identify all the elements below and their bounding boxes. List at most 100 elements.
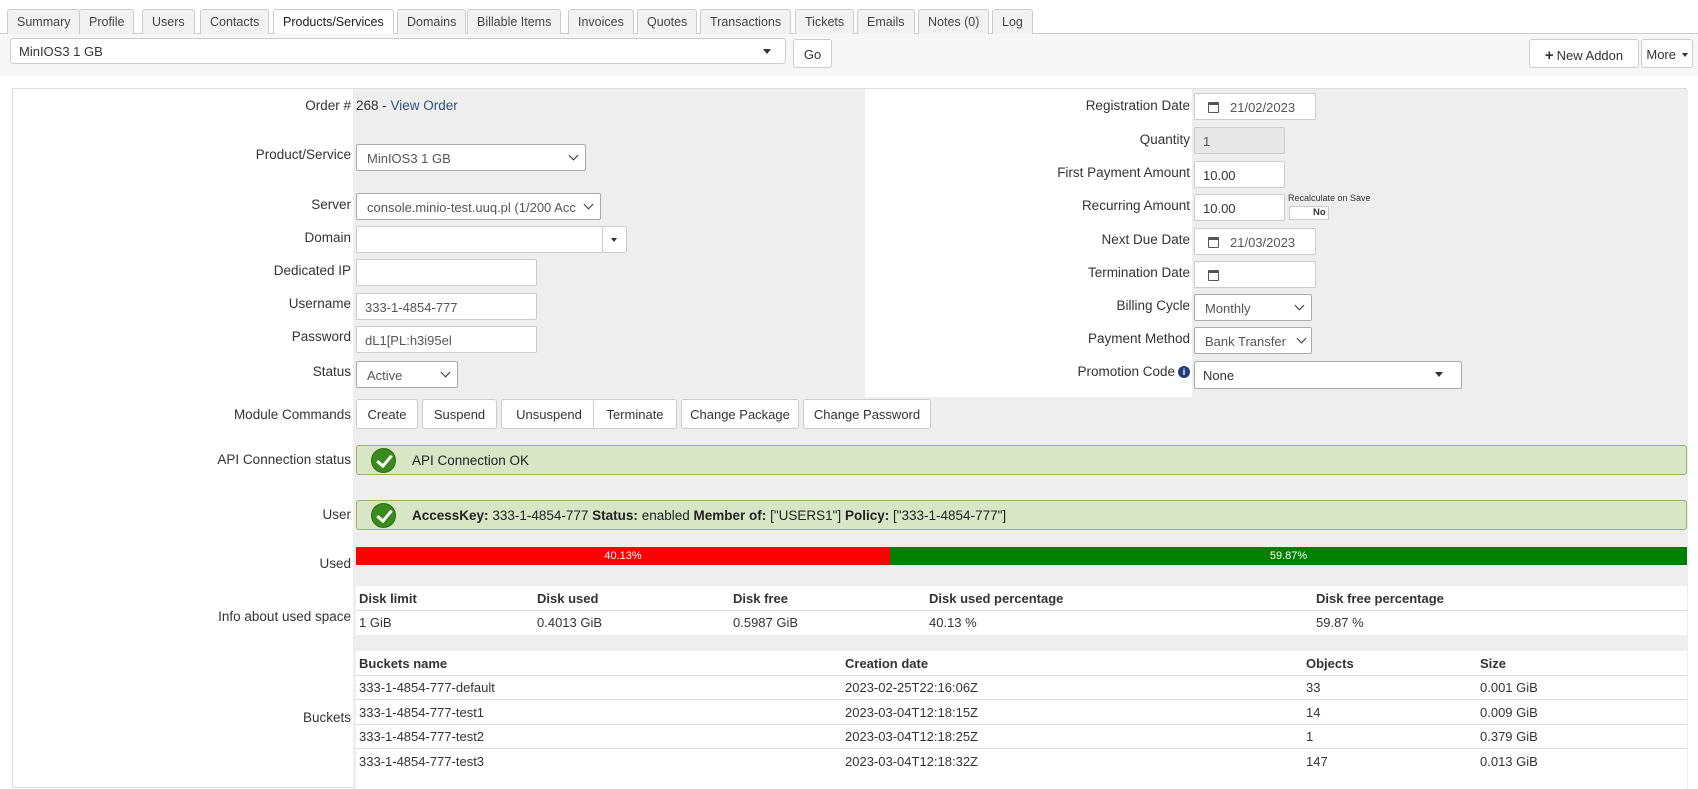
table-header: Disk limit <box>359 591 417 606</box>
order-label: Order # <box>305 98 351 113</box>
promotion-code-label-text: Promotion Code <box>1077 364 1175 379</box>
chevron-down-icon <box>568 150 579 161</box>
table-cell: 0.4013 GiB <box>537 615 603 630</box>
tab-domains[interactable]: Domains <box>397 9 467 34</box>
unsuspend-button[interactable]: Unsuspend <box>501 399 597 429</box>
status-value: Active <box>367 368 403 383</box>
service-select[interactable]: MinIOS3 1 GB <box>10 38 786 64</box>
product-service-label: Product/Service <box>255 147 351 162</box>
payment-method-label: Payment Method <box>1087 331 1190 346</box>
tab-notes[interactable]: Notes (0) <box>918 9 990 34</box>
bucket-creation-date: 2023-02-25T22:16:06Z <box>845 680 978 695</box>
tab-log[interactable]: Log <box>992 9 1033 34</box>
chevron-down-icon <box>1435 372 1443 377</box>
access-key-label: AccessKey: <box>412 508 489 523</box>
payment-method-select[interactable]: Bank Transfer <box>1194 327 1312 354</box>
status-select[interactable]: Active <box>356 361 458 388</box>
promotion-code-value: None <box>1203 368 1235 383</box>
change-password-button[interactable]: Change Password <box>803 399 931 429</box>
divider <box>356 699 1687 700</box>
tab-products-services[interactable]: Products/Services <box>273 9 394 35</box>
server-value: console.minio-test.uuq.pl (1/200 Acc <box>367 200 576 215</box>
billing-cycle-value: Monthly <box>1205 301 1251 316</box>
table-cell: 59.87 % <box>1316 615 1364 630</box>
registration-date-value: 21/02/2023 <box>1230 100 1296 115</box>
info-icon[interactable]: i <box>1178 366 1190 379</box>
chevron-down-icon <box>763 49 771 54</box>
chevron-down-icon <box>440 367 451 378</box>
tab-billable-items[interactable]: Billable Items <box>467 9 562 34</box>
table-header: Buckets name <box>359 656 448 671</box>
user-label: User <box>322 507 351 522</box>
first-payment-input[interactable]: 10.00 <box>1194 161 1285 188</box>
go-button[interactable]: Go <box>793 39 832 68</box>
service-select-value: MinIOS3 1 GB <box>19 44 103 59</box>
table-header: Disk free <box>733 591 788 606</box>
tab-contacts[interactable]: Contacts <box>200 9 270 34</box>
usage-bar-free: 59.87% <box>890 547 1687 565</box>
username-label: Username <box>288 296 351 311</box>
promotion-code-select[interactable]: None <box>1194 361 1462 389</box>
dedicated-ip-label: Dedicated IP <box>273 263 351 278</box>
suspend-button[interactable]: Suspend <box>422 399 497 429</box>
tab-quotes[interactable]: Quotes <box>637 9 698 34</box>
product-service-select[interactable]: MinIOS3 1 GB <box>356 144 586 171</box>
access-key-value: 333-1-4854-777 <box>492 508 589 523</box>
module-commands-label: Module Commands <box>233 407 351 422</box>
tab-users[interactable]: Users <box>142 9 195 34</box>
tab-invoices[interactable]: Invoices <box>568 9 634 34</box>
next-due-date-input[interactable]: 21/03/2023 <box>1194 228 1316 255</box>
billing-cycle-select[interactable]: Monthly <box>1194 294 1312 321</box>
password-input[interactable]: dL1[PL:h3i95el <box>356 326 537 353</box>
check-icon <box>371 448 396 473</box>
more-label: More <box>1646 47 1676 62</box>
new-addon-button[interactable]: + New Addon <box>1529 39 1639 68</box>
caret-down-icon <box>1681 53 1688 57</box>
bucket-size: 0.009 GiB <box>1480 705 1538 720</box>
dedicated-ip-input[interactable] <box>356 259 537 286</box>
table-cell: 40.13 % <box>929 615 977 630</box>
api-connection-text: API Connection OK <box>412 453 530 468</box>
tab-summary[interactable]: Summary <box>7 9 81 34</box>
more-dropdown-button[interactable]: More <box>1641 39 1693 68</box>
bucket-creation-date: 2023-03-04T12:18:15Z <box>845 705 978 720</box>
caret-down-icon <box>611 238 617 242</box>
tab-profile[interactable]: Profile <box>79 9 135 34</box>
server-select[interactable]: console.minio-test.uuq.pl (1/200 Acc <box>356 193 601 220</box>
space-info-table: Disk limit Disk used Disk free Disk used… <box>356 586 1687 635</box>
tab-tickets[interactable]: Tickets <box>795 9 855 34</box>
chevron-down-icon <box>1294 300 1305 311</box>
domain-input[interactable] <box>356 226 603 253</box>
service-details-panel: Order # 268 - View Order Product/Service… <box>12 88 1688 789</box>
registration-date-input[interactable]: 21/02/2023 <box>1194 93 1316 120</box>
tab-emails[interactable]: Emails <box>857 9 915 34</box>
table-header: Objects <box>1306 656 1354 671</box>
view-order-link[interactable]: View Order <box>391 98 458 113</box>
member-of-value: ["USERS1"] <box>770 508 842 523</box>
recurring-amount-input[interactable]: 10.00 <box>1194 194 1285 221</box>
recalculate-toggle[interactable]: No <box>1289 206 1329 220</box>
terminate-button[interactable]: Terminate <box>593 399 677 429</box>
change-package-button[interactable]: Change Package <box>681 399 799 429</box>
quantity-label: Quantity <box>1139 132 1190 147</box>
user-status: AccessKey: 333-1-4854-777 Status: enable… <box>356 500 1687 530</box>
username-input[interactable]: 333-1-4854-777 <box>356 293 537 320</box>
calendar-icon <box>1208 237 1219 248</box>
domain-dropdown-button[interactable] <box>602 226 627 253</box>
user-status-label: Status: <box>592 508 638 523</box>
usage-bar-used: 40.13% <box>356 547 890 565</box>
chevron-down-icon <box>583 199 594 210</box>
termination-date-input[interactable] <box>1194 261 1316 288</box>
used-label: Used <box>319 556 351 571</box>
bucket-size: 0.013 GiB <box>1480 754 1538 769</box>
bucket-creation-date: 2023-03-04T12:18:25Z <box>845 729 978 744</box>
bucket-objects: 1 <box>1306 729 1314 744</box>
tab-transactions[interactable]: Transactions <box>700 9 792 34</box>
new-addon-label: New Addon <box>1556 48 1624 63</box>
check-icon <box>371 503 396 528</box>
create-button[interactable]: Create <box>356 399 418 429</box>
quantity-input[interactable]: 1 <box>1194 127 1285 154</box>
table-header: Disk used <box>537 591 599 606</box>
bucket-name: 333-1-4854-777-default <box>359 680 495 695</box>
space-info-label: Info about used space <box>218 609 351 624</box>
